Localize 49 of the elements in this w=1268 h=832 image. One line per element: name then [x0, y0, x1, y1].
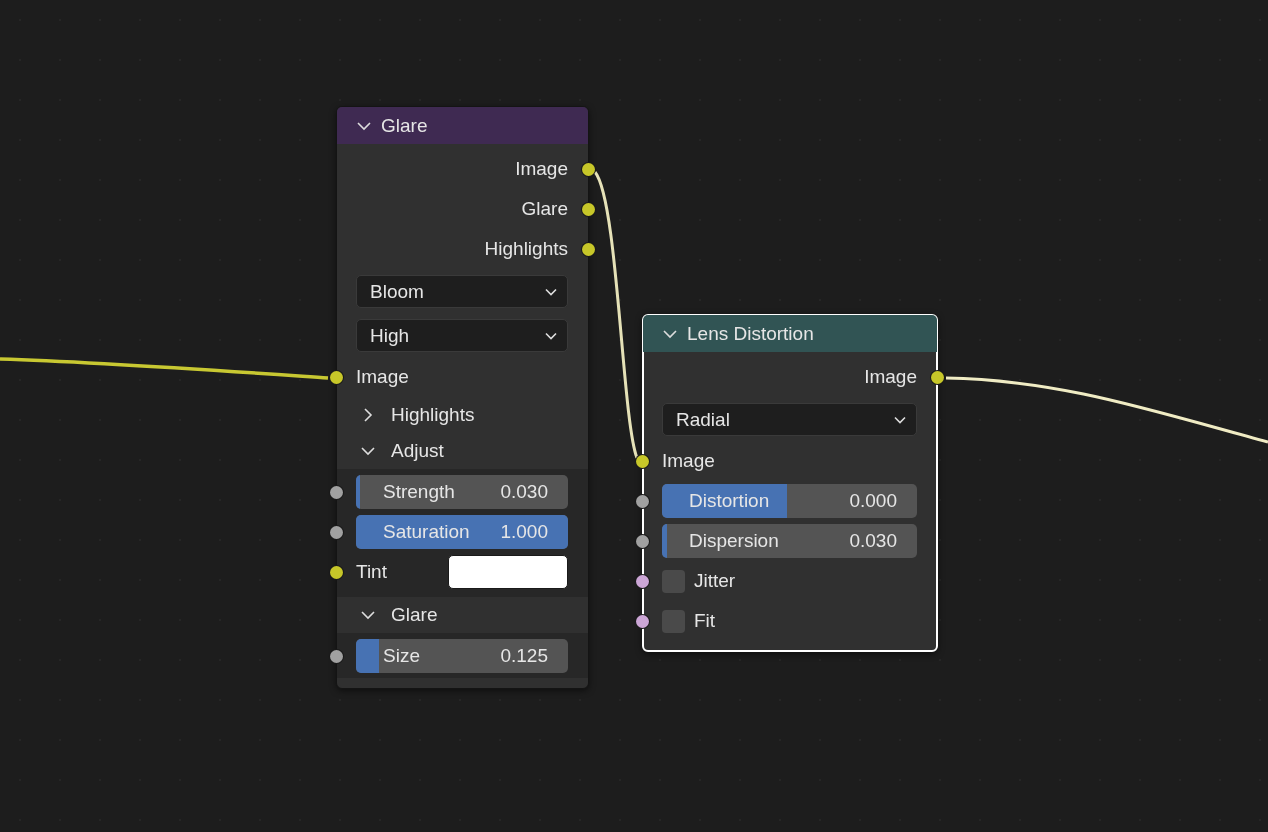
dropdown-menu[interactable]: High [356, 319, 568, 352]
socket-label: Highlights [484, 238, 568, 260]
dropdown-menu[interactable]: Radial [662, 403, 917, 436]
socket-dot[interactable] [636, 454, 649, 468]
socket-dot[interactable] [636, 534, 649, 548]
checkbox-label: Fit [694, 610, 716, 632]
chevron-icon[interactable] [357, 120, 371, 131]
socket-dot[interactable] [330, 565, 343, 579]
socket-label: Tint [356, 561, 387, 583]
value-slider[interactable]: Saturation 1.000 [356, 515, 568, 549]
panel-label[interactable]: Glare [391, 604, 438, 626]
node-title: Glare [381, 114, 428, 137]
socket-dot[interactable] [582, 202, 595, 216]
color-swatch[interactable] [448, 555, 568, 589]
socket-dot[interactable] [330, 485, 343, 499]
socket-label: Glare [521, 198, 568, 220]
socket-label: Image [356, 366, 409, 388]
socket-label: Image [662, 450, 715, 472]
chevron-icon[interactable] [361, 444, 375, 458]
chevron-icon[interactable] [361, 608, 375, 622]
node-header[interactable]: Lens Distortion [643, 315, 937, 352]
value-slider[interactable]: Strength 0.030 [356, 475, 568, 509]
socket-dot[interactable] [330, 649, 343, 663]
checkbox[interactable] [662, 569, 685, 593]
checkbox[interactable] [662, 609, 685, 633]
socket-dot[interactable] [636, 574, 649, 588]
value-slider[interactable]: Size 0.125 [356, 639, 568, 673]
checkbox-label: Jitter [694, 570, 736, 592]
chevron-icon[interactable] [663, 328, 677, 339]
value-slider[interactable]: Dispersion 0.030 [662, 524, 917, 558]
node-title: Lens Distortion [687, 322, 814, 345]
panel-label[interactable]: Adjust [391, 440, 444, 462]
panel-label[interactable]: Highlights [391, 404, 475, 426]
chevron-icon[interactable] [361, 408, 375, 422]
socket-dot[interactable] [330, 370, 343, 384]
value-slider[interactable]: Distortion 0.000 [662, 484, 917, 518]
socket-dot[interactable] [582, 242, 595, 256]
socket-dot[interactable] [330, 525, 343, 539]
socket-dot[interactable] [636, 614, 649, 628]
socket-dot[interactable] [931, 370, 944, 384]
socket-label: Image [515, 158, 568, 180]
dropdown-menu[interactable]: Bloom [356, 275, 568, 308]
socket-label: Image [864, 366, 917, 388]
socket-dot[interactable] [582, 162, 595, 176]
chevron-down-icon [545, 287, 557, 296]
node-header[interactable]: Glare [337, 107, 588, 144]
chevron-down-icon [894, 415, 906, 424]
socket-dot[interactable] [636, 494, 649, 508]
chevron-down-icon [545, 331, 557, 340]
